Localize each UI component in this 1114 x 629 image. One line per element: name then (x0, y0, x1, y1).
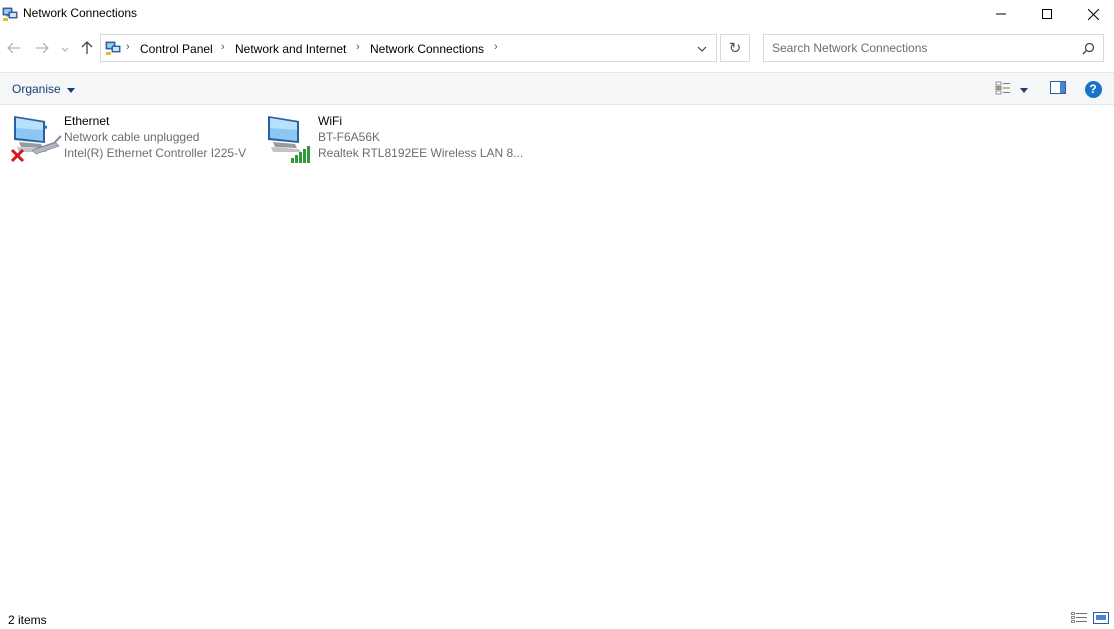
organise-menu-button[interactable]: Organise (12, 82, 75, 96)
breadcrumb-network-connections[interactable]: Network Connections (370, 42, 484, 56)
breadcrumb-separator-icon[interactable]: › (221, 41, 225, 53)
connection-item-ethernet[interactable]: Ethernet Network cable unplugged Intel(R… (10, 112, 261, 164)
search-box[interactable] (763, 34, 1104, 62)
forward-arrow-icon (35, 42, 49, 57)
maximize-button[interactable] (1024, 0, 1070, 28)
up-button[interactable] (77, 40, 97, 58)
connection-device: Intel(R) Ethernet Controller I225-V (64, 146, 247, 160)
caret-down-icon (66, 82, 75, 96)
item-count: 2 items (8, 613, 47, 627)
minimize-icon (996, 9, 1006, 19)
forward-button[interactable] (32, 40, 52, 58)
address-bar[interactable]: › Control Panel › Network and Internet ›… (100, 34, 717, 62)
chevron-down-icon (697, 41, 707, 55)
connection-name: WiFi (318, 114, 342, 128)
breadcrumb-separator-icon[interactable]: › (494, 41, 498, 53)
connections-list: Ethernet Network cable unplugged Intel(R… (0, 105, 1114, 605)
refresh-icon: ↻ (728, 40, 742, 57)
help-icon: ? (1084, 80, 1102, 98)
preview-pane-button[interactable] (1047, 80, 1069, 98)
connection-item-wifi[interactable]: WiFi BT-F6A56K Realtek RTL8192EE Wireles… (265, 112, 523, 164)
connection-device: Realtek RTL8192EE Wireless LAN 8... (318, 146, 524, 160)
change-view-icon (995, 81, 1011, 98)
breadcrumb-separator-icon[interactable]: › (126, 41, 130, 53)
connection-status: Network cable unplugged (64, 130, 200, 144)
back-button[interactable] (4, 40, 24, 58)
status-bar: 2 items (0, 605, 1114, 629)
large-icons-view-button[interactable] (1093, 611, 1109, 627)
close-button[interactable] (1070, 0, 1114, 28)
connection-status: BT-F6A56K (318, 130, 381, 144)
refresh-button[interactable]: ↻ (720, 34, 750, 62)
large-icons-view-icon (1093, 611, 1109, 627)
help-glyph: ? (1089, 82, 1097, 96)
breadcrumb-network-and-internet[interactable]: Network and Internet (235, 42, 346, 56)
up-arrow-icon (81, 40, 93, 58)
search-icon[interactable] (1082, 42, 1095, 55)
network-connections-icon (2, 6, 18, 22)
help-button[interactable]: ? (1083, 80, 1103, 98)
title-bar: Network Connections (0, 0, 1114, 28)
breadcrumb-control-panel[interactable]: Control Panel (140, 42, 213, 56)
connection-name: Ethernet (64, 114, 110, 128)
view-options-dropdown[interactable] (1016, 80, 1032, 98)
details-view-button[interactable] (1071, 611, 1087, 627)
command-toolbar: Organise ? (0, 73, 1114, 105)
window-title: Network Connections (23, 6, 138, 20)
chevron-down-icon (61, 42, 69, 56)
wifi-connected-icon (265, 112, 317, 164)
change-view-button[interactable] (993, 80, 1013, 98)
maximize-icon (1042, 9, 1052, 19)
ethernet-disconnected-icon (10, 112, 63, 164)
organise-label: Organise (12, 82, 61, 96)
close-icon (1087, 8, 1099, 20)
details-view-icon (1071, 611, 1087, 627)
breadcrumb-separator-icon[interactable]: › (356, 41, 360, 53)
control-panel-icon (105, 40, 121, 56)
back-arrow-icon (7, 42, 21, 57)
minimize-button[interactable] (978, 0, 1024, 28)
chevron-down-icon (1020, 82, 1028, 96)
preview-pane-icon (1050, 81, 1066, 97)
address-history-button[interactable] (688, 35, 716, 61)
recent-locations-button[interactable] (58, 40, 72, 58)
search-input[interactable] (772, 40, 1072, 56)
